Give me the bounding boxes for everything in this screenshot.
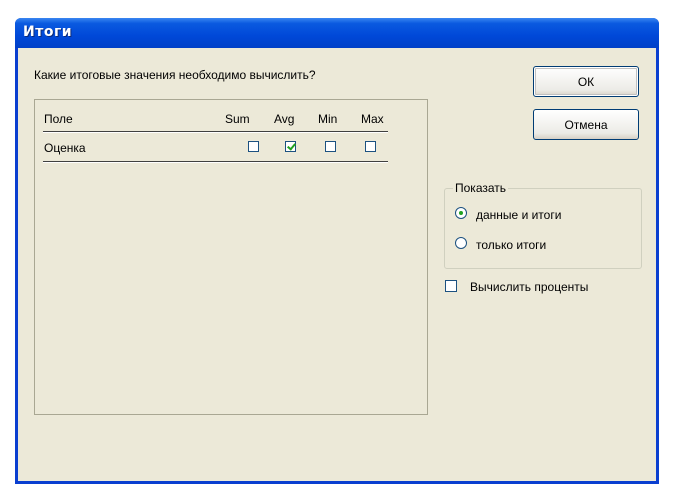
sum-checkbox[interactable]	[248, 141, 259, 152]
totals-table: Поле Sum Avg Min Max Оценка	[34, 99, 428, 415]
max-checkbox[interactable]	[365, 141, 376, 152]
min-checkbox[interactable]	[325, 141, 336, 152]
show-group-legend: Показать	[453, 181, 509, 195]
header-divider	[43, 131, 388, 133]
dialog-window: Итоги Какие итоговые значения необходимо…	[15, 18, 659, 484]
row-divider	[43, 161, 388, 163]
percent-checkbox[interactable]	[445, 280, 457, 292]
avg-checkbox[interactable]	[285, 141, 296, 152]
title-bar[interactable]: Итоги	[15, 18, 659, 48]
show-groupbox: Показать данные и итоги только итоги	[444, 181, 642, 269]
row-field-name: Оценка	[44, 141, 86, 155]
window-title: Итоги	[23, 24, 73, 40]
column-header-sum: Sum	[225, 112, 250, 126]
column-header-max: Max	[361, 112, 384, 126]
dialog-body: Какие итоговые значения необходимо вычис…	[18, 48, 656, 481]
radio-totals-only-label[interactable]: только итоги	[476, 238, 546, 252]
cancel-button[interactable]: Отмена	[533, 109, 639, 140]
radio-data-and-totals-label[interactable]: данные и итоги	[476, 208, 561, 222]
column-header-field: Поле	[44, 112, 73, 126]
percent-checkbox-label[interactable]: Вычислить проценты	[470, 280, 588, 294]
column-header-min: Min	[318, 112, 338, 126]
prompt-text: Какие итоговые значения необходимо вычис…	[34, 68, 316, 82]
column-header-avg: Avg	[274, 112, 295, 126]
radio-data-and-totals[interactable]	[455, 207, 467, 219]
radio-totals-only[interactable]	[455, 237, 467, 249]
ok-button[interactable]: ОК	[533, 66, 639, 97]
